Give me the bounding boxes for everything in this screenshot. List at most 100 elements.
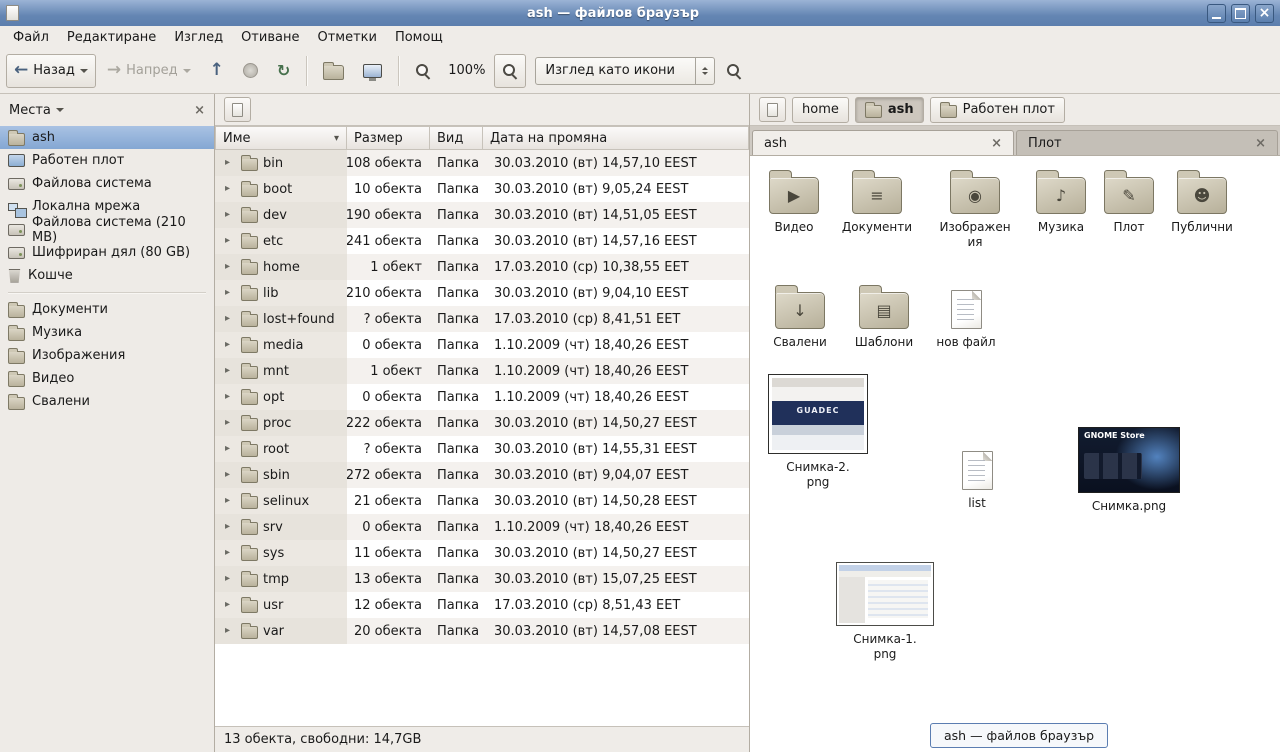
icon-view-item[interactable]: ☻ Публични xyxy=(1160,168,1244,235)
icon-view-item[interactable]: ◉ Изображен ия xyxy=(933,168,1017,250)
menu-item[interactable]: Редактиране xyxy=(58,28,165,47)
icon-view-item[interactable]: ▤ Шаблони xyxy=(842,283,926,350)
sidebar-item[interactable]: Музика xyxy=(0,321,214,344)
icon-view-item[interactable]: ≡ Документи xyxy=(835,168,919,235)
expander-icon[interactable] xyxy=(225,470,236,480)
expander-icon[interactable] xyxy=(225,236,236,246)
table-row[interactable]: opt 0 обекта Папка 1.10.2009 (чт) 18,40,… xyxy=(215,384,749,410)
table-row[interactable]: usr 12 обекта Папка 17.03.2010 (ср) 8,51… xyxy=(215,592,749,618)
icon-view-item[interactable]: ▶ Видео xyxy=(752,168,836,235)
computer-button[interactable] xyxy=(355,54,390,88)
menu-item[interactable]: Изглед xyxy=(165,28,232,47)
sidebar-item[interactable]: Изображения xyxy=(0,344,214,367)
pathbar-button[interactable]: Работен плот xyxy=(930,97,1065,123)
expander-icon[interactable] xyxy=(225,626,236,636)
sidebar-item[interactable]: Файлова система xyxy=(0,172,214,195)
sidebar-item[interactable]: Шифриран дял (80 GB) xyxy=(0,241,214,264)
menu-item[interactable]: Помощ xyxy=(386,28,452,47)
icon-view-item[interactable]: GNOME Store Снимка.png xyxy=(1074,427,1184,514)
sidebar-item[interactable]: Работен плот xyxy=(0,149,214,172)
table-row[interactable]: sys 11 обекта Папка 30.03.2010 (вт) 14,5… xyxy=(215,540,749,566)
table-row[interactable]: tmp 13 обекта Папка 30.03.2010 (вт) 15,0… xyxy=(215,566,749,592)
menu-item[interactable]: Отметки xyxy=(308,28,385,47)
maximize-icon[interactable] xyxy=(1231,4,1250,23)
expander-icon[interactable] xyxy=(225,574,236,584)
table-row[interactable]: proc 222 обекта Папка 30.03.2010 (вт) 14… xyxy=(215,410,749,436)
column-header[interactable]: Име ▾ xyxy=(215,126,347,150)
table-row[interactable]: boot 10 обекта Папка 30.03.2010 (вт) 9,0… xyxy=(215,176,749,202)
expander-icon[interactable] xyxy=(225,340,236,350)
tab-close-icon[interactable] xyxy=(991,137,1002,150)
expander-icon[interactable] xyxy=(225,444,236,454)
table-row[interactable]: srv 0 обекта Папка 1.10.2009 (чт) 18,40,… xyxy=(215,514,749,540)
table-row[interactable]: dev 190 обекта Папка 30.03.2010 (вт) 14,… xyxy=(215,202,749,228)
zoom-in-button[interactable] xyxy=(494,54,526,88)
sidebar-close-icon[interactable] xyxy=(194,104,205,117)
tab[interactable]: Плот xyxy=(1016,130,1278,155)
expander-icon[interactable] xyxy=(225,418,236,428)
forward-button[interactable]: Напред xyxy=(99,54,199,88)
expander-icon[interactable] xyxy=(225,210,236,220)
sidebar-item[interactable]: Файлова система (210 MB) xyxy=(0,218,214,241)
sidebar-item[interactable]: Свалени xyxy=(0,390,214,413)
zoom-out-button[interactable] xyxy=(407,54,439,88)
taskbar-window-button[interactable]: ash — файлов браузър xyxy=(930,723,1108,748)
expander-icon[interactable] xyxy=(225,262,236,272)
minimize-icon[interactable] xyxy=(1207,4,1226,23)
icon-view-item[interactable]: list xyxy=(935,444,1019,511)
menu-item[interactable]: Отиване xyxy=(232,28,308,47)
titlebar[interactable]: ash — файлов браузър xyxy=(0,0,1280,26)
sidebar-item[interactable]: Кошче xyxy=(0,264,214,287)
icon-view-item[interactable]: ✎ Плот xyxy=(1087,168,1171,235)
pathbar-root-button[interactable] xyxy=(759,97,786,122)
expander-icon[interactable] xyxy=(225,184,236,194)
pathbar-button[interactable]: ash xyxy=(855,97,924,123)
expander-icon[interactable] xyxy=(225,158,236,168)
tab-close-icon[interactable] xyxy=(1255,137,1266,150)
table-row[interactable]: etc 241 обекта Папка 30.03.2010 (вт) 14,… xyxy=(215,228,749,254)
expander-icon[interactable] xyxy=(225,548,236,558)
column-header[interactable]: Вид xyxy=(430,126,483,150)
expander-icon[interactable] xyxy=(225,288,236,298)
location-button[interactable] xyxy=(224,97,251,122)
sidebar-item[interactable]: ash xyxy=(0,126,214,149)
stop-button[interactable] xyxy=(235,54,266,88)
home-button[interactable] xyxy=(315,54,352,88)
expander-icon[interactable] xyxy=(225,600,236,610)
tab[interactable]: ash xyxy=(752,130,1014,155)
expander-icon[interactable] xyxy=(225,496,236,506)
table-row[interactable]: media 0 обекта Папка 1.10.2009 (чт) 18,4… xyxy=(215,332,749,358)
column-header[interactable]: Дата на промяна xyxy=(483,126,749,150)
expander-icon[interactable] xyxy=(225,522,236,532)
back-button[interactable]: Назад xyxy=(6,54,96,88)
menu-item[interactable]: Файл xyxy=(4,28,58,47)
table-row[interactable]: lost+found ? обекта Папка 17.03.2010 (ср… xyxy=(215,306,749,332)
sidebar-item[interactable]: Документи xyxy=(0,298,214,321)
expander-icon[interactable] xyxy=(225,392,236,402)
search-button[interactable] xyxy=(718,54,750,88)
table-row[interactable]: var 20 обекта Папка 30.03.2010 (вт) 14,5… xyxy=(215,618,749,644)
close-icon[interactable] xyxy=(1255,4,1274,23)
back-dropdown-icon[interactable] xyxy=(80,69,88,77)
expander-icon[interactable] xyxy=(225,314,236,324)
pathbar-button[interactable]: home xyxy=(792,97,849,123)
table-row[interactable]: lib 210 обекта Папка 30.03.2010 (вт) 9,0… xyxy=(215,280,749,306)
table-row[interactable]: selinux 21 обекта Папка 30.03.2010 (вт) … xyxy=(215,488,749,514)
table-row[interactable]: root ? обекта Папка 30.03.2010 (вт) 14,5… xyxy=(215,436,749,462)
icon-view-item[interactable]: нов файл xyxy=(924,283,1008,350)
places-dropdown-icon[interactable] xyxy=(56,108,64,116)
expander-icon[interactable] xyxy=(225,366,236,376)
table-row[interactable]: home 1 обект Папка 17.03.2010 (ср) 10,38… xyxy=(215,254,749,280)
icon-view-item[interactable]: Снимка-1. png xyxy=(830,562,940,662)
icon-view-item[interactable]: GUADEC Снимка-2. png xyxy=(763,374,873,490)
combo-spinner-icon[interactable] xyxy=(695,58,714,84)
table-row[interactable]: mnt 1 обект Папка 1.10.2009 (чт) 18,40,2… xyxy=(215,358,749,384)
sidebar-item[interactable]: Видео xyxy=(0,367,214,390)
table-row[interactable]: sbin 272 обекта Папка 30.03.2010 (вт) 9,… xyxy=(215,462,749,488)
view-mode-select[interactable]: Изглед като икони xyxy=(535,57,715,85)
table-row[interactable]: bin 108 обекта Папка 30.03.2010 (вт) 14,… xyxy=(215,150,749,176)
reload-button[interactable] xyxy=(269,54,298,88)
icon-view-item[interactable]: ↓ Свалени xyxy=(758,283,842,350)
column-header[interactable]: Размер xyxy=(347,126,430,150)
up-button[interactable] xyxy=(202,54,232,88)
